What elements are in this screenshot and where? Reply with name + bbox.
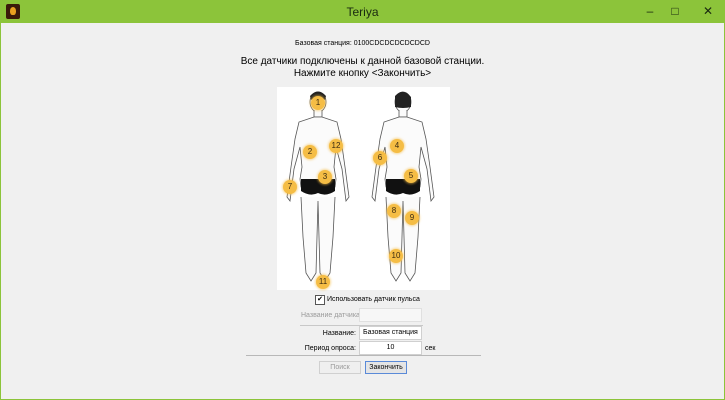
sensor-marker[interactable]: 7: [283, 180, 297, 194]
pulse-checkbox-label[interactable]: Использовать датчик пульса: [327, 295, 420, 304]
status-message-line2: Нажмите кнопку <Закончить>: [293, 68, 432, 79]
window-title: Teriya: [346, 5, 379, 19]
name-label: Название:: [322, 330, 356, 337]
sensor-marker[interactable]: 1: [311, 96, 325, 110]
sensor-marker[interactable]: 5: [404, 169, 418, 183]
app-window: Teriya – □ ✕ Базовая станция: 0100CDCDCD…: [0, 0, 725, 400]
sensor-marker[interactable]: 10: [389, 249, 403, 263]
sensor-marker[interactable]: 12: [329, 139, 343, 153]
body-map: 1 2 3 4 5 6 7 8 9 10 11 12: [277, 87, 450, 290]
sensor-marker[interactable]: 3: [318, 170, 332, 184]
divider: [246, 355, 481, 356]
main-content: Базовая станция: 0100CDCDCDCDCDCD Все да…: [1, 23, 724, 399]
sensor-marker[interactable]: 11: [316, 275, 330, 289]
status-message-line1: Все датчики подключены к данной базовой …: [240, 56, 485, 67]
status-message: Все датчики подключены к данной базовой …: [1, 56, 724, 80]
maximize-button[interactable]: □: [664, 2, 686, 20]
minimize-button[interactable]: –: [639, 2, 661, 20]
title-bar[interactable]: Teriya – □ ✕: [1, 1, 724, 23]
sensor-marker[interactable]: 4: [390, 139, 404, 153]
body-figure-illustration: [286, 91, 435, 282]
sensor-marker[interactable]: 9: [405, 211, 419, 225]
base-station-id: Базовая станция: 0100CDCDCDCDCDCD: [295, 40, 430, 47]
period-label: Период опроса:: [304, 345, 356, 352]
search-button[interactable]: Поиск: [319, 361, 361, 374]
sensor-marker[interactable]: 2: [303, 145, 317, 159]
period-field[interactable]: 10: [359, 341, 422, 355]
sensor-marker[interactable]: 6: [373, 151, 387, 165]
close-button[interactable]: ✕: [695, 2, 721, 20]
sensor-name-label: Название датчика:: [301, 312, 362, 319]
sensor-marker[interactable]: 8: [387, 204, 401, 218]
name-field[interactable]: Базовая станция 1: [359, 326, 422, 348]
period-unit: сек: [425, 345, 436, 352]
pulse-checkbox[interactable]: ✔: [315, 295, 325, 305]
sensor-name-field[interactable]: [359, 308, 422, 322]
finish-button[interactable]: Закончить: [365, 361, 407, 374]
